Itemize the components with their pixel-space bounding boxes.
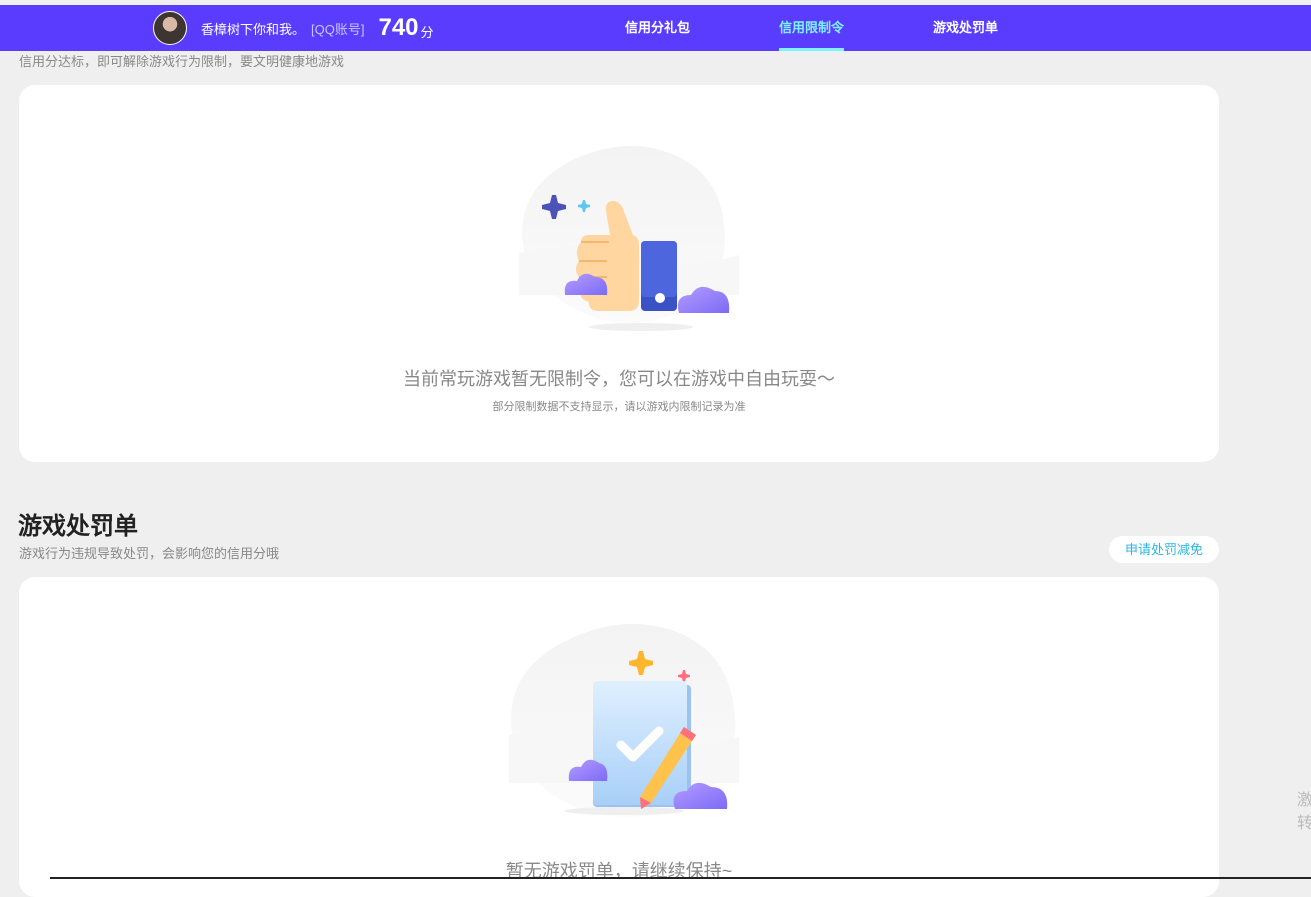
restriction-card: 当前常玩游戏暂无限制令，您可以在游戏中自由玩耍～ 部分限制数据不支持显示，请以游…	[19, 85, 1219, 462]
penalty-section-title: 游戏处罚单	[18, 513, 138, 540]
score-unit: 分	[420, 25, 434, 40]
penalty-description: 游戏行为违规导致处罚，会影响您的信用分哦	[19, 546, 280, 561]
username: 香樟树下你和我。	[201, 21, 306, 37]
penalty-card: 暂无游戏罚单，请继续保持~	[19, 577, 1219, 897]
side-text-1: 激	[1297, 792, 1311, 809]
thumbs-up-icon	[519, 145, 739, 331]
top-nav-bar: 香樟树下你和我。 [QQ账号] 740 分 信用分礼包 信用限制令 游戏处罚单	[0, 5, 1311, 51]
apply-penalty-reduction-button[interactable]: 申请处罚减免	[1109, 536, 1219, 563]
restriction-empty-note: 部分限制数据不支持显示，请以游戏内限制记录为准	[492, 401, 746, 413]
penalty-empty-title: 暂无游戏罚单，请继续保持~	[505, 861, 733, 881]
user-info: 香樟树下你和我。 [QQ账号] 740 分	[153, 10, 434, 46]
tab-game-penalty[interactable]: 游戏处罚单	[933, 5, 998, 51]
credit-score: 740	[378, 14, 419, 41]
bottom-divider	[50, 877, 1311, 879]
account-type-label: [QQ账号]	[311, 21, 365, 37]
restriction-empty-title: 当前常玩游戏暂无限制令，您可以在游戏中自由玩耍～	[403, 369, 835, 389]
tab-credit-restriction[interactable]: 信用限制令	[779, 5, 845, 51]
tab-credit-gift[interactable]: 信用分礼包	[625, 5, 690, 51]
side-text-2: 转	[1297, 815, 1311, 832]
clipboard-check-icon	[509, 623, 739, 817]
avatar[interactable]	[153, 11, 187, 45]
restriction-description: 信用分达标，即可解除游戏行为限制，要文明健康地游戏	[19, 54, 345, 69]
